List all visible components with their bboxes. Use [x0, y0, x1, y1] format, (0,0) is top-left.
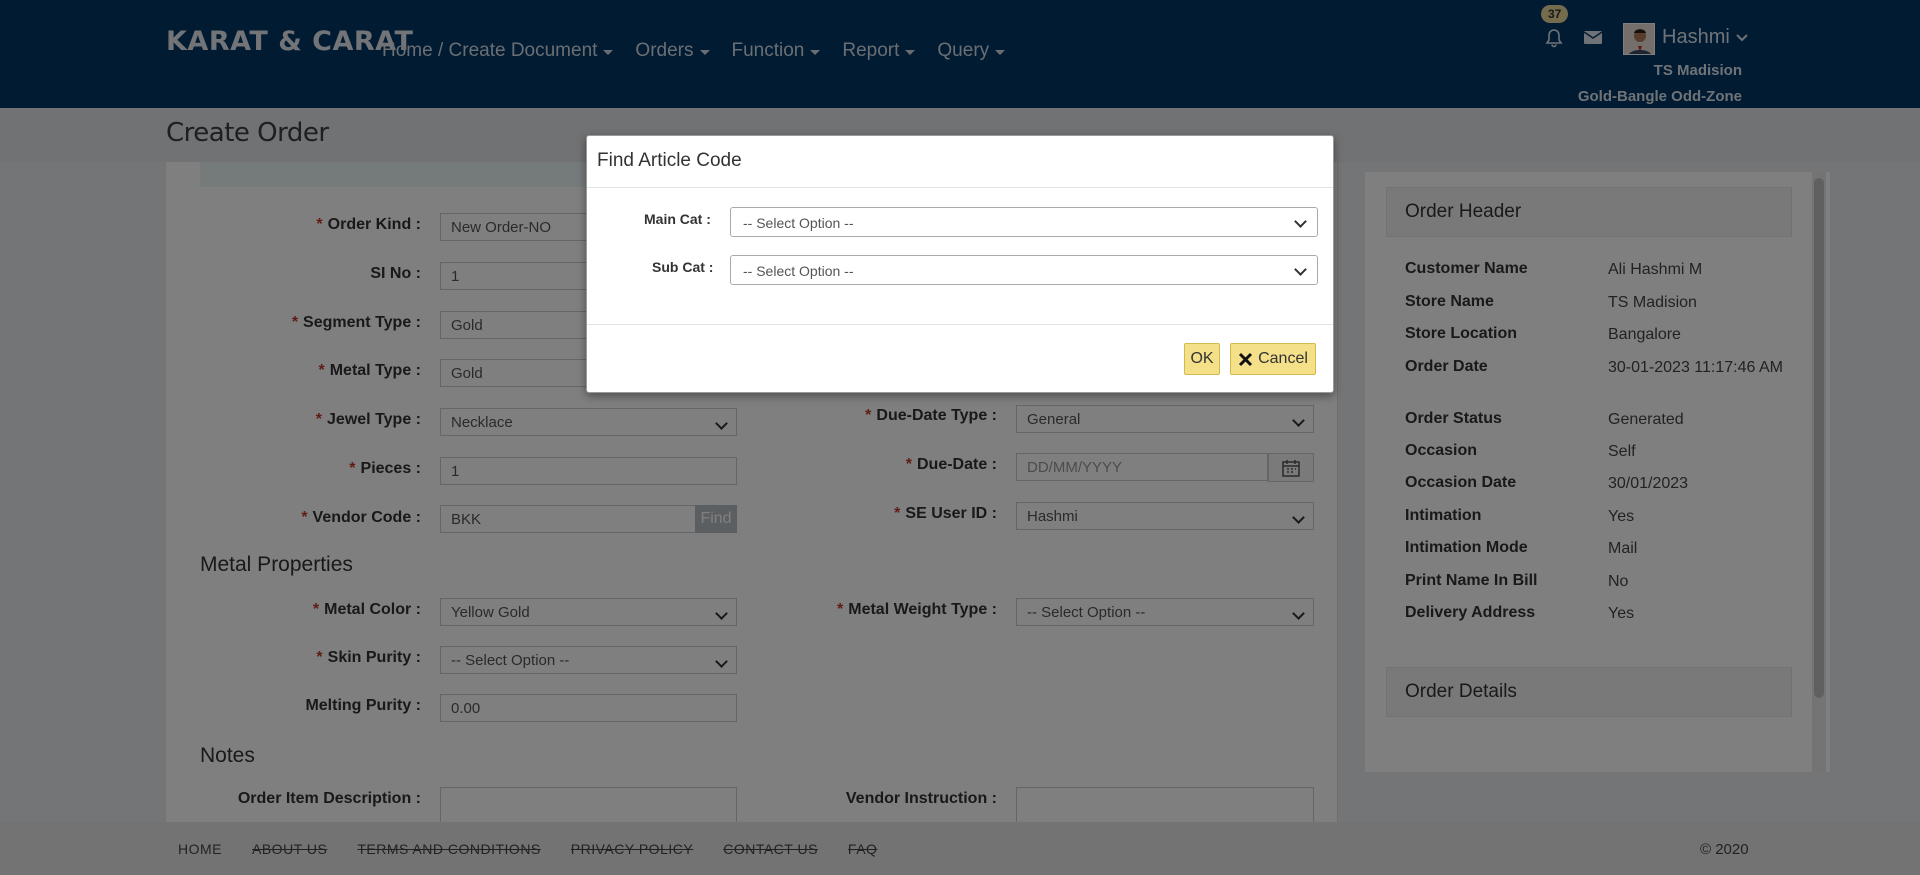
main-cat-label: Main Cat : [644, 211, 711, 227]
ok-button[interactable]: OK [1184, 343, 1220, 375]
main-cat-select[interactable]: -- Select Option -- [730, 207, 1318, 237]
sub-cat-label: Sub Cat : [652, 259, 714, 275]
modal-backdrop[interactable] [0, 0, 1920, 875]
modal-title: Find Article Code [597, 150, 742, 171]
cancel-button[interactable]: Cancel [1230, 343, 1316, 375]
close-icon [1239, 352, 1253, 366]
sub-cat-select[interactable]: -- Select Option -- [730, 255, 1318, 285]
modal-footer-divider [587, 324, 1333, 325]
modal-header-divider [587, 187, 1333, 188]
find-article-code-modal: Find Article Code Main Cat : -- Select O… [586, 135, 1334, 393]
